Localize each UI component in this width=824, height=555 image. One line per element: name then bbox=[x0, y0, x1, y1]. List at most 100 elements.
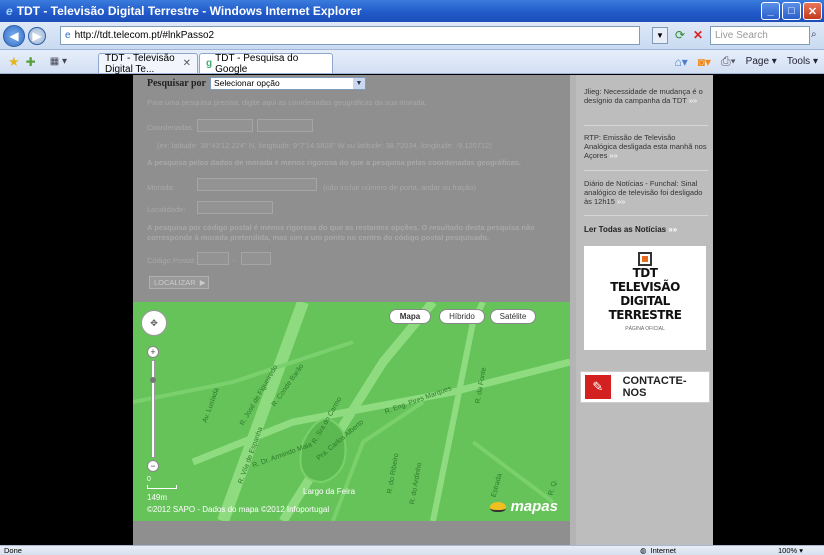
search-input[interactable]: Live Search bbox=[710, 26, 810, 45]
tab-tdt[interactable]: TDT - Televisão Digital Te... ✕ bbox=[98, 53, 198, 75]
ie-icon: e bbox=[6, 4, 13, 18]
page-content: Pesquisar por Selecionar opção ▼ Para um… bbox=[0, 75, 824, 545]
news-text: RTP: Emissão de Televisão Analógica desl… bbox=[584, 133, 707, 160]
locality-field[interactable] bbox=[197, 201, 273, 214]
address-label: Morada: bbox=[147, 183, 175, 192]
logo-line: TDT bbox=[632, 266, 658, 280]
news-item[interactable]: Diário de Notícias - Funchal: Sinal anal… bbox=[584, 179, 708, 206]
zoom-handle[interactable] bbox=[150, 377, 156, 383]
tv-icon bbox=[638, 252, 652, 266]
read-all-label: Ler Todas as Notícias bbox=[584, 225, 667, 234]
page-menu[interactable]: Page ▾ bbox=[746, 56, 777, 67]
map-type-label: Mapa bbox=[399, 312, 421, 321]
locality-label: Localidade: bbox=[147, 205, 186, 214]
logo-line: TERRESTRE bbox=[608, 308, 682, 322]
zoom-track[interactable] bbox=[151, 360, 155, 458]
map-type-satellite[interactable]: Satélite bbox=[490, 309, 536, 324]
back-button[interactable]: ◀ bbox=[3, 24, 25, 47]
locate-button-label: LOCALIZAR bbox=[154, 278, 196, 287]
scale-bar bbox=[147, 485, 177, 489]
zoom-level[interactable]: 100% ▾ bbox=[778, 546, 803, 555]
divider bbox=[584, 215, 708, 216]
security-zone[interactable]: ◍ Internet bbox=[640, 546, 676, 555]
map-view[interactable]: R. Vila de Espanha R. José de Figueiredo… bbox=[133, 302, 570, 521]
more-link[interactable]: »» bbox=[689, 96, 697, 105]
minimize-button[interactable]: _ bbox=[761, 2, 780, 20]
coords-label: Coordenadas: bbox=[147, 123, 195, 132]
close-tab-icon[interactable]: ✕ bbox=[183, 58, 191, 69]
map-type-map[interactable]: Mapa bbox=[389, 309, 431, 324]
latitude-field[interactable] bbox=[197, 119, 253, 132]
select-value: Selecionar opção bbox=[214, 78, 280, 88]
tools-menu[interactable]: Tools ▾ bbox=[787, 56, 818, 67]
command-bar: ⌂▾ ◙▾ ⎙▾ Page ▾ Tools ▾ bbox=[674, 54, 818, 69]
read-all-news-link[interactable]: Ler Todas as Notícias »» bbox=[584, 225, 677, 234]
add-favorites-icon[interactable]: ✚ bbox=[26, 55, 36, 69]
quick-tabs-icon[interactable]: ▦ ▾ bbox=[50, 56, 67, 67]
print-icon[interactable]: ⎙▾ bbox=[721, 54, 736, 69]
window-controls: _ □ ✕ bbox=[761, 2, 822, 20]
search-type-select[interactable]: Selecionar opção ▼ bbox=[210, 77, 366, 90]
search-by-row: Pesquisar por Selecionar opção ▼ bbox=[147, 77, 366, 90]
news-text: Jlieg: Necessidade de mudança é o desígn… bbox=[584, 87, 703, 105]
maximize-button[interactable]: □ bbox=[782, 2, 801, 20]
status-bar: Done ◍ Internet 100% ▾ bbox=[0, 545, 824, 555]
place-label: Largo da Feira bbox=[303, 487, 356, 496]
address-field[interactable] bbox=[197, 178, 317, 191]
map-copyright: ©2012 SAPO - Dados do mapa ©2012 Infopor… bbox=[147, 505, 330, 514]
sapo-mapas-logo: mapas bbox=[490, 498, 558, 515]
map-type-hybrid[interactable]: Híbrido bbox=[439, 309, 485, 324]
news-item[interactable]: Jlieg: Necessidade de mudança é o desígn… bbox=[584, 87, 708, 105]
news-text: Diário de Notícias - Funchal: Sinal anal… bbox=[584, 179, 703, 206]
logo-line: TELEVISÃO bbox=[610, 280, 680, 294]
window-titlebar: e TDT - Televisão Digital Terrestre - Wi… bbox=[0, 0, 824, 22]
chevron-down-icon: ▼ bbox=[353, 78, 365, 89]
status-text: Done bbox=[4, 546, 22, 555]
sidebar: Jlieg: Necessidade de mudança é o desígn… bbox=[576, 75, 713, 545]
contact-label: CONTACTE-NOS bbox=[622, 375, 687, 399]
window-title: TDT - Televisão Digital Terrestre - Wind… bbox=[16, 4, 362, 18]
map-type-label: Híbrido bbox=[449, 312, 475, 321]
pan-control-icon[interactable]: ✥ bbox=[141, 310, 167, 336]
postal-separator: - bbox=[233, 256, 236, 265]
read-all-more: »» bbox=[668, 225, 678, 234]
refresh-icon[interactable]: ⟳ bbox=[672, 27, 688, 44]
tab-google[interactable]: g TDT - Pesquisa do Google bbox=[199, 53, 333, 75]
search-icon[interactable]: ⌕ bbox=[811, 27, 823, 44]
divider bbox=[584, 170, 708, 171]
postal-label: Código Postal: bbox=[147, 256, 196, 265]
zoom-in-icon[interactable]: + bbox=[147, 346, 159, 358]
coords-example: (ex: latitude: 38°43'12.224" N, longitud… bbox=[157, 141, 492, 150]
address-bar: ◀ ▶ e http://tdt.telecom.pt/#lnkPasso2 ▼… bbox=[0, 22, 824, 50]
postal-code-part2[interactable] bbox=[241, 252, 271, 265]
url-field[interactable]: e http://tdt.telecom.pt/#lnkPasso2 bbox=[60, 26, 640, 45]
scale-zero: 0 bbox=[147, 476, 151, 483]
page-menu-label: Page bbox=[745, 56, 770, 67]
stop-icon[interactable]: ✕ bbox=[690, 27, 706, 44]
zoom-out-icon[interactable]: − bbox=[147, 460, 159, 472]
address-dropdown-icon[interactable]: ▼ bbox=[652, 27, 668, 44]
google-icon: g bbox=[206, 58, 213, 69]
address-intro: A pesquisa pelos dados de morada é menos… bbox=[147, 158, 522, 167]
zoom-slider[interactable]: + − bbox=[147, 346, 159, 472]
globe-icon: ◍ bbox=[640, 546, 647, 555]
main-column: Pesquisar por Selecionar opção ▼ Para um… bbox=[133, 75, 570, 545]
tdt-logo[interactable]: TDT TELEVISÃO DIGITAL TERRESTRE PÁGINA O… bbox=[584, 246, 706, 350]
home-icon[interactable]: ⌂▾ bbox=[674, 55, 687, 69]
locate-button[interactable]: LOCALIZAR ▶ bbox=[149, 276, 209, 289]
logo-line: DIGITAL bbox=[620, 294, 670, 308]
longitude-field[interactable] bbox=[257, 119, 313, 132]
close-button[interactable]: ✕ bbox=[803, 2, 822, 20]
tab-bar: ★ ✚ ▦ ▾ TDT - Televisão Digital Te... ✕ … bbox=[0, 50, 824, 75]
more-link[interactable]: »» bbox=[617, 197, 625, 206]
feeds-icon[interactable]: ◙▾ bbox=[698, 55, 711, 69]
tools-menu-label: Tools bbox=[786, 56, 811, 67]
postal-intro: A pesquisa por código postal é menos rig… bbox=[147, 223, 535, 242]
forward-button[interactable]: ▶ bbox=[28, 26, 46, 45]
postal-code-part1[interactable] bbox=[197, 252, 229, 265]
contact-us-button[interactable]: ✎ CONTACTE-NOS bbox=[580, 371, 710, 403]
more-link[interactable]: »» bbox=[609, 151, 617, 160]
zoom-label: 100% bbox=[778, 546, 798, 555]
news-item[interactable]: RTP: Emissão de Televisão Analógica desl… bbox=[584, 133, 708, 160]
favorites-star-icon[interactable]: ★ bbox=[8, 54, 20, 70]
